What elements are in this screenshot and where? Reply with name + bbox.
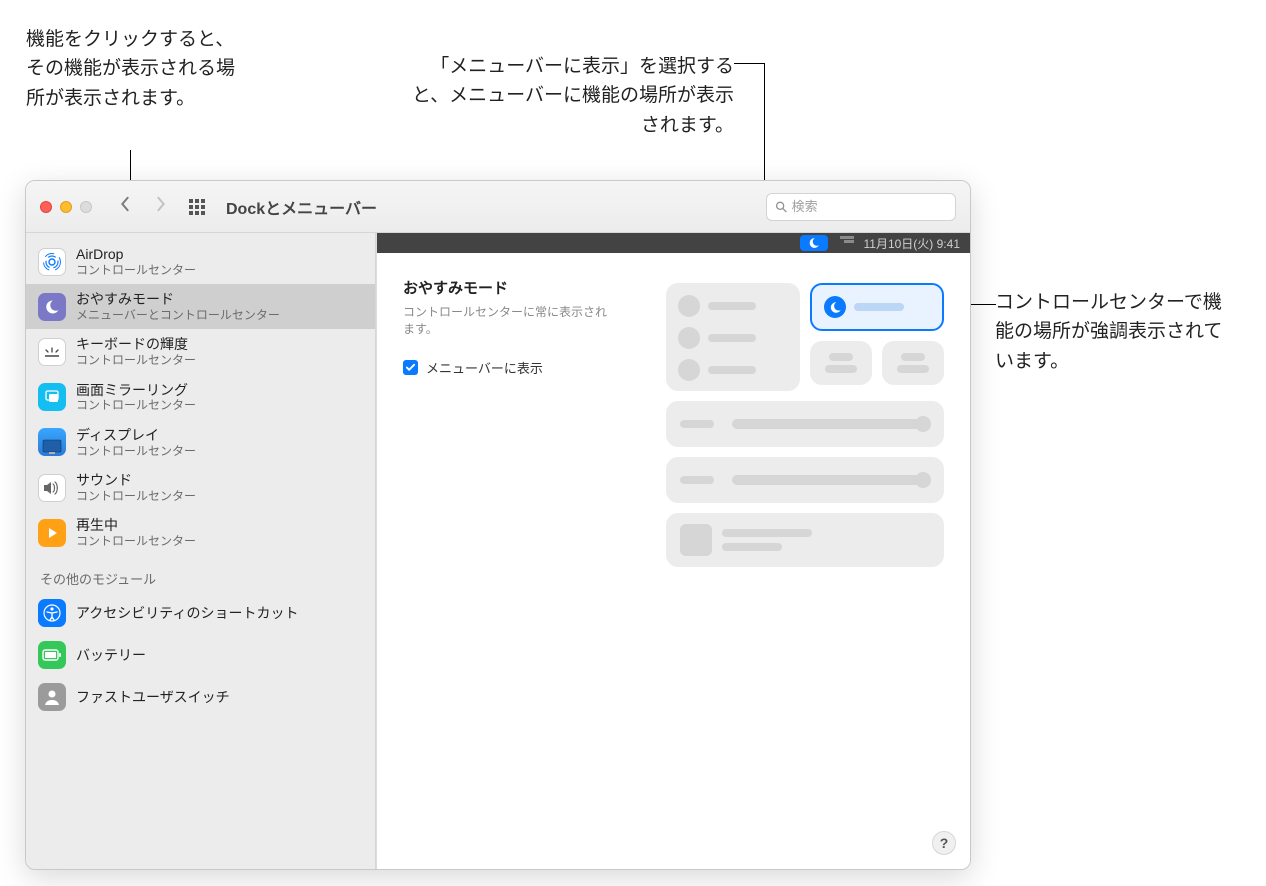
- sidebar-item-airdrop[interactable]: AirDropコントロールセンター: [26, 239, 375, 284]
- sidebar-item-sub: コントロールセンター: [76, 353, 196, 367]
- sidebar-item-label: サウンド: [76, 472, 196, 489]
- sidebar-item-display[interactable]: ディスプレイコントロールセンター: [26, 420, 375, 465]
- battery-icon: [38, 641, 66, 669]
- sidebar-item-sub: コントロールセンター: [76, 263, 196, 277]
- sidebar-item-screen-mirroring[interactable]: 画面ミラーリングコントロールセンター: [26, 375, 375, 420]
- sidebar-item-now-playing[interactable]: 再生中コントロールセンター: [26, 510, 375, 555]
- cc-tile-dnd-highlighted: [810, 283, 944, 331]
- cc-tile: [810, 341, 872, 385]
- settings-description: コントロールセンターに常に表示されます。: [403, 304, 613, 338]
- sidebar-item-sound[interactable]: サウンドコントロールセンター: [26, 465, 375, 510]
- sidebar-item-battery[interactable]: バッテリー: [26, 634, 375, 676]
- keyboard-brightness-icon: [38, 338, 66, 366]
- screen-mirroring-icon: [38, 383, 66, 411]
- sidebar-item-sub: メニューバーとコントロールセンター: [76, 308, 280, 322]
- sidebar-item-sub: コントロールセンター: [76, 398, 196, 412]
- display-icon: [38, 428, 66, 456]
- moon-icon: [824, 296, 846, 318]
- sidebar-item-dnd[interactable]: おやすみモードメニューバーとコントロールセンター: [26, 284, 375, 329]
- menubar-time: 11月10日(火) 9:41: [864, 235, 961, 252]
- window-title: Dockとメニューバー: [226, 195, 377, 219]
- sound-icon: [38, 474, 66, 502]
- sidebar-section-header: その他のモジュール: [26, 555, 375, 592]
- search-icon: [775, 200, 788, 214]
- airdrop-icon: [38, 248, 66, 276]
- moon-icon: [808, 237, 820, 249]
- back-button[interactable]: [112, 192, 138, 222]
- sidebar-item-sub: コントロールセンター: [76, 489, 196, 503]
- callout-highlighted-cc: コントロールセンターで機能の場所が強調表示されています。: [995, 288, 1235, 376]
- titlebar: Dockとメニューバー: [26, 181, 970, 233]
- settings-block: おやすみモード コントロールセンターに常に表示されます。 メニューバーに表示: [403, 277, 642, 567]
- sidebar-item-label: 再生中: [76, 517, 196, 534]
- sidebar-item-sub: コントロールセンター: [76, 534, 196, 548]
- moon-icon: [38, 293, 66, 321]
- sidebar-item-label: ディスプレイ: [76, 427, 196, 444]
- sidebar-item-sub: コントロールセンター: [76, 444, 196, 458]
- grid-icon: [189, 199, 205, 215]
- search-field[interactable]: [766, 193, 956, 221]
- close-icon[interactable]: [40, 201, 52, 213]
- show-all-button[interactable]: [184, 192, 210, 222]
- sidebar-item-fast-user-switching[interactable]: ファストユーザスイッチ: [26, 676, 375, 718]
- control-center-menubar-icon: [838, 236, 854, 250]
- forward-button[interactable]: [148, 192, 174, 222]
- help-button[interactable]: ?: [932, 831, 956, 855]
- menubar-preview: 11月10日(火) 9:41: [377, 233, 970, 253]
- sidebar-item-label: おやすみモード: [76, 291, 280, 308]
- show-in-menubar-checkbox[interactable]: メニューバーに表示: [403, 358, 642, 377]
- callout-click-feature: 機能をクリックすると、その機能が表示される場所が表示されます。: [26, 25, 236, 113]
- callout-show-in-menubar: 「メニューバーに表示」を選択すると、メニューバーに機能の場所が表示されます。: [394, 52, 734, 140]
- user-switch-icon: [38, 683, 66, 711]
- checkbox-icon: [403, 360, 418, 375]
- sidebar-item-label: ファストユーザスイッチ: [76, 689, 230, 706]
- maximize-icon: [80, 201, 92, 213]
- sidebar-item-accessibility[interactable]: アクセシビリティのショートカット: [26, 592, 375, 634]
- menubar-dnd-indicator: [800, 235, 828, 251]
- cc-tile: [882, 341, 944, 385]
- cc-tile: [666, 457, 944, 503]
- accessibility-icon: [38, 599, 66, 627]
- sidebar: AirDropコントロールセンター おやすみモードメニューバーとコントロールセン…: [26, 233, 376, 869]
- preferences-window: Dockとメニューバー AirDropコントロールセンター おやすみモードメニュ…: [25, 180, 971, 870]
- callout-line: [734, 63, 764, 64]
- cc-tile: [666, 513, 944, 567]
- main-panel: 11月10日(火) 9:41 おやすみモード コントロールセンターに常に表示され…: [376, 233, 970, 869]
- settings-title: おやすみモード: [403, 277, 642, 298]
- minimize-icon[interactable]: [60, 201, 72, 213]
- control-center-preview: [666, 277, 944, 567]
- sidebar-item-label: アクセシビリティのショートカット: [76, 605, 298, 622]
- sidebar-item-keyboard-brightness[interactable]: キーボードの輝度コントロールセンター: [26, 329, 375, 374]
- search-input[interactable]: [792, 199, 947, 214]
- cc-tile: [666, 401, 944, 447]
- sidebar-item-label: バッテリー: [76, 647, 146, 664]
- play-icon: [38, 519, 66, 547]
- sidebar-item-label: キーボードの輝度: [76, 336, 196, 353]
- sidebar-item-label: AirDrop: [76, 246, 196, 263]
- sidebar-item-label: 画面ミラーリング: [76, 382, 196, 399]
- traffic-lights: [40, 201, 92, 213]
- cc-tile: [666, 283, 800, 391]
- checkbox-label: メニューバーに表示: [426, 358, 543, 377]
